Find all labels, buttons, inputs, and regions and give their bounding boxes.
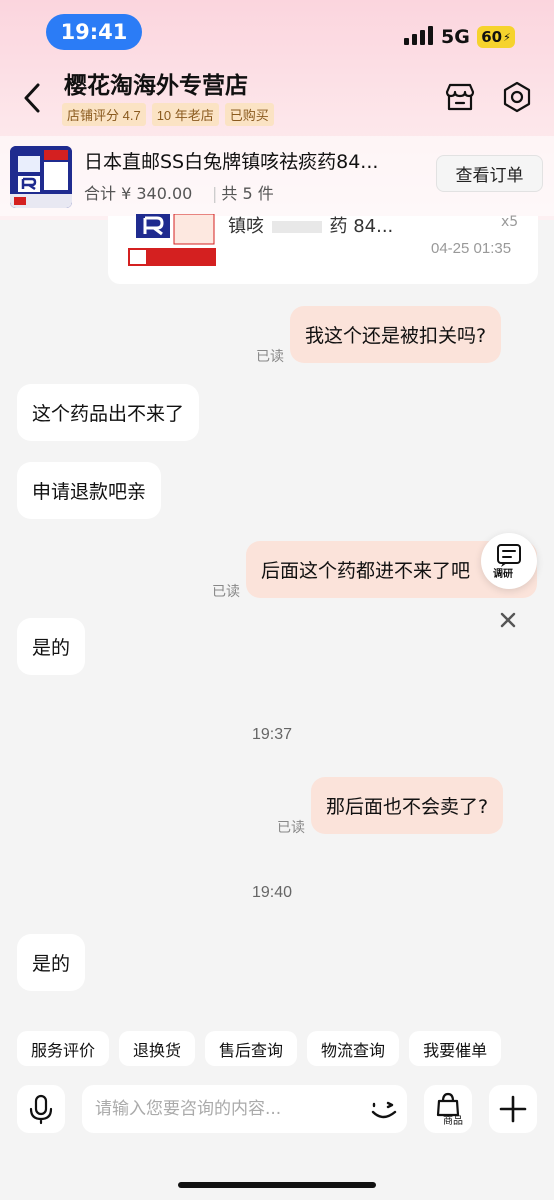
quick-reply-logistics[interactable]: 物流查询 <box>307 1031 400 1066</box>
quick-reply-return-exchange[interactable]: 退换货 <box>119 1031 196 1066</box>
read-receipt: 已读 <box>212 584 240 600</box>
store-icon <box>445 83 475 111</box>
survey-label: 调研 <box>493 569 513 580</box>
product-card-time: 04-25 01:35 <box>431 240 512 257</box>
read-receipt: 已读 <box>277 820 305 836</box>
message-bubble-received[interactable]: 这个药品出不来了 <box>17 384 200 441</box>
read-receipt: 已读 <box>256 349 284 365</box>
emoji-icon <box>371 1101 397 1119</box>
shop-tags: 店铺评分 4.7 10 年老店 已购买 <box>62 103 274 126</box>
message-bubble-sent[interactable]: 那后面也不会卖了? <box>311 777 504 834</box>
more-button[interactable] <box>489 1085 537 1133</box>
settings-button[interactable] <box>500 80 534 114</box>
product-card-qty: x5 <box>501 214 519 230</box>
status-time: 19:41 <box>46 14 142 50</box>
timestamp: 19:37 <box>252 726 293 743</box>
quick-reply-after-sales[interactable]: 售后查询 <box>205 1031 298 1066</box>
order-item-count: | 共 5 件 <box>212 184 274 203</box>
emoji-button[interactable] <box>368 1094 400 1124</box>
quick-reply-service-rating[interactable]: 服务评价 <box>17 1031 110 1066</box>
network-type: 5G <box>441 26 470 48</box>
back-button[interactable] <box>18 80 48 116</box>
message-bubble-sent[interactable]: 我这个还是被扣关吗? <box>290 306 502 363</box>
store-button[interactable] <box>443 80 477 114</box>
home-indicator <box>178 1182 376 1188</box>
battery-level: 60 <box>481 28 503 46</box>
shop-rating-tag: 店铺评分 4.7 <box>62 103 146 126</box>
survey-icon <box>497 544 521 567</box>
message-bubble-received[interactable]: 申请退款吧亲 <box>17 462 162 519</box>
message-input[interactable] <box>82 1085 407 1133</box>
product-card-thumbnail <box>128 213 216 268</box>
shop-age-tag: 10 年老店 <box>151 103 219 126</box>
close-icon <box>500 612 516 628</box>
product-card-title-tail: 药 84... <box>329 216 394 237</box>
order-count-text: 共 5 件 <box>221 184 274 203</box>
quick-reply-urge-order[interactable]: 我要催单 <box>409 1031 502 1066</box>
signal-icon <box>404 26 433 45</box>
product-card-title: 镇咳 药 84... <box>228 212 393 238</box>
close-survey-button[interactable] <box>494 606 522 634</box>
microphone-icon <box>29 1094 53 1125</box>
order-product-title[interactable]: 日本直邮SS白兔牌镇咳祛痰药84... <box>84 147 424 174</box>
product-button-label: 商品 <box>443 1116 463 1127</box>
purchased-tag: 已购买 <box>224 103 274 126</box>
shop-name[interactable]: 樱花淘海外专营店 <box>64 66 248 100</box>
message-bubble-received[interactable]: 是的 <box>17 618 86 675</box>
battery-icon: 60 ⚡ <box>477 26 515 48</box>
timestamp: 19:40 <box>252 884 293 901</box>
survey-button[interactable] <box>481 533 537 589</box>
settings-icon <box>503 81 531 113</box>
plus-icon <box>499 1095 527 1123</box>
status-bar: 19:41 5G 60 ⚡ <box>0 0 554 60</box>
order-total: 合计 ¥ 340.00 <box>84 184 193 203</box>
view-order-button[interactable]: 查看订单 <box>436 155 543 192</box>
chevron-left-icon <box>24 83 40 113</box>
product-thumbnail[interactable] <box>10 146 72 208</box>
quick-reply-row: 服务评价 退换货 售后查询 物流查询 我要催单 <box>17 1031 502 1066</box>
message-bubble-received[interactable]: 是的 <box>17 934 86 991</box>
product-card-title-head: 镇咳 <box>228 216 264 237</box>
voice-button[interactable] <box>17 1085 65 1133</box>
